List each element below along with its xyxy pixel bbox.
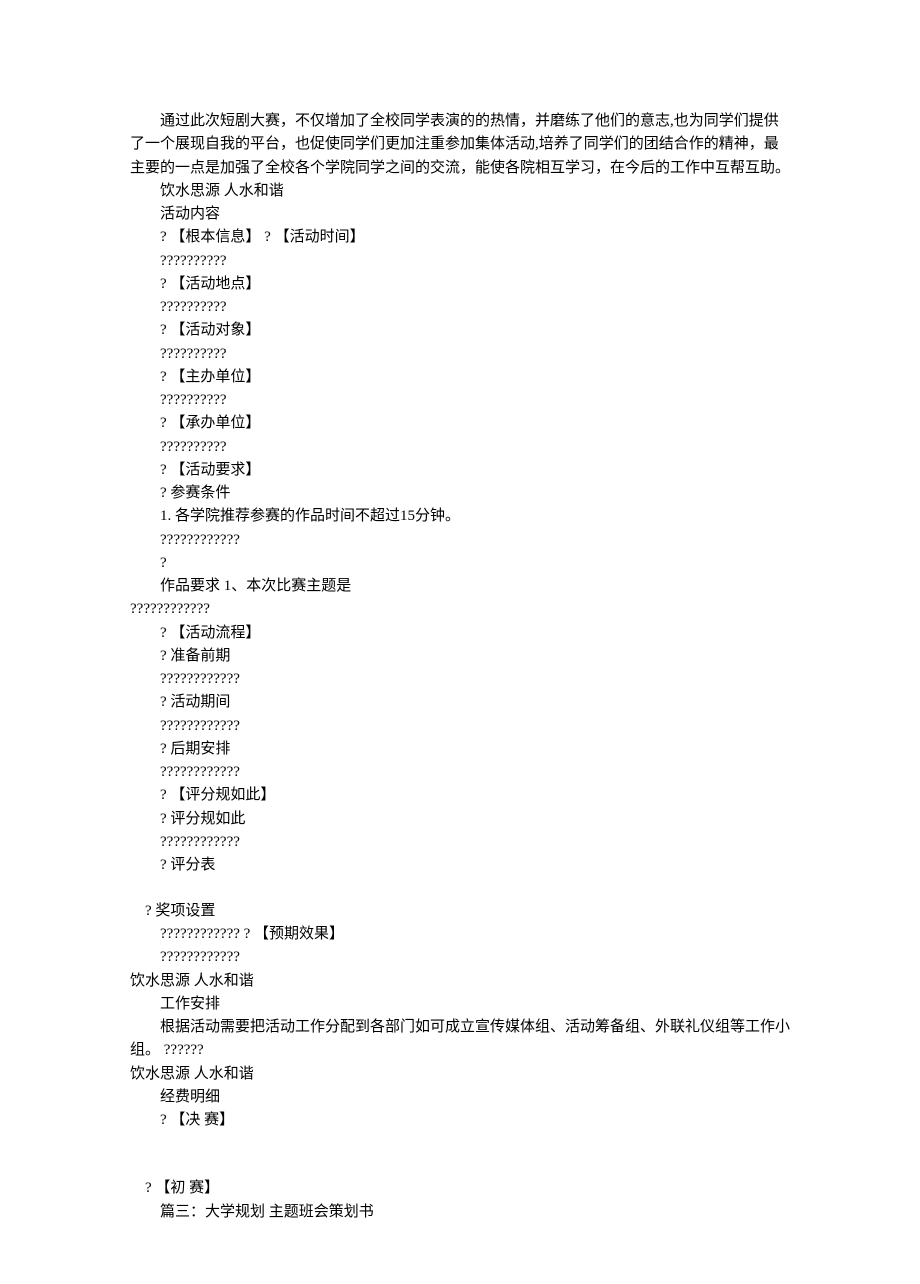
work-arrangement-heading: 工作安排	[130, 993, 790, 1016]
placeholder-line: ????????????	[130, 946, 790, 969]
placeholder-line: ????????????	[130, 761, 790, 784]
placeholder-line: ??????????	[130, 389, 790, 412]
placeholder-line-flush: ????????????	[130, 598, 790, 621]
placeholder-line: ??????????	[130, 296, 790, 319]
single-question-line: ?	[130, 552, 790, 575]
prelim-round-line: ? 【初 赛】	[130, 1177, 790, 1200]
target-line: ? 【活动对象】	[130, 319, 790, 342]
placeholder-line: ????????????	[130, 715, 790, 738]
placeholder-line: ??????????	[130, 343, 790, 366]
slogan-line-2: 饮水思源 人水和谐	[130, 970, 790, 993]
final-round-line: ? 【决 赛】	[130, 1109, 790, 1132]
slogan-line-1: 饮水思源 人水和谐	[130, 180, 790, 203]
prep-line: ? 准备前期	[130, 645, 790, 668]
work-arrangement-text: 根据活动需要把活动工作分配到各部门如可成立宣传媒体组、活动筹备组、外联礼仪组等工…	[130, 1016, 790, 1063]
placeholder-line: ??????????	[130, 250, 790, 273]
post-line: ? 后期安排	[130, 738, 790, 761]
part-three-line: 篇三：大学规划 主题班会策划书	[130, 1201, 790, 1224]
spacer	[130, 877, 790, 900]
during-line: ? 活动期间	[130, 691, 790, 714]
budget-heading: 经费明细	[130, 1086, 790, 1109]
awards-line: ? 奖项设置	[130, 900, 790, 923]
score-table-line: ? 评分表	[130, 854, 790, 877]
slogan-line-3: 饮水思源 人水和谐	[130, 1063, 790, 1086]
organizer-line: ? 【承办单位】	[130, 412, 790, 435]
activity-content-heading: 活动内容	[130, 203, 790, 226]
scoring-rules-line: ? 【评分规如此】	[130, 784, 790, 807]
placeholder-line: ????????????	[130, 668, 790, 691]
placeholder-line: ????????????	[130, 831, 790, 854]
host-line: ? 【主办单位】	[130, 366, 790, 389]
placeholder-line: ????????????	[130, 529, 790, 552]
rule-1-line: 1. 各学院推荐参赛的作品时间不超过15分钟。	[130, 505, 790, 528]
requirements-line: ? 【活动要求】	[130, 459, 790, 482]
scoring-rules-line-2: ? 评分规如此	[130, 808, 790, 831]
placeholder-line: ??????????	[130, 436, 790, 459]
location-line: ? 【活动地点】	[130, 273, 790, 296]
expected-effect-line: ???????????? ? 【预期效果】	[130, 923, 790, 946]
basic-info-time-line: ? 【根本信息】 ? 【活动时间】	[130, 226, 790, 249]
intro-paragraph: 通过此次短剧大赛，不仅增加了全校同学表演的的热情，并磨练了他们的意志,也为同学们…	[130, 110, 790, 180]
entry-conditions-line: ? 参赛条件	[130, 482, 790, 505]
spacer	[130, 1132, 790, 1177]
work-requirement-line: 作品要求 1、本次比赛主题是	[130, 575, 790, 598]
process-line: ? 【活动流程】	[130, 622, 790, 645]
